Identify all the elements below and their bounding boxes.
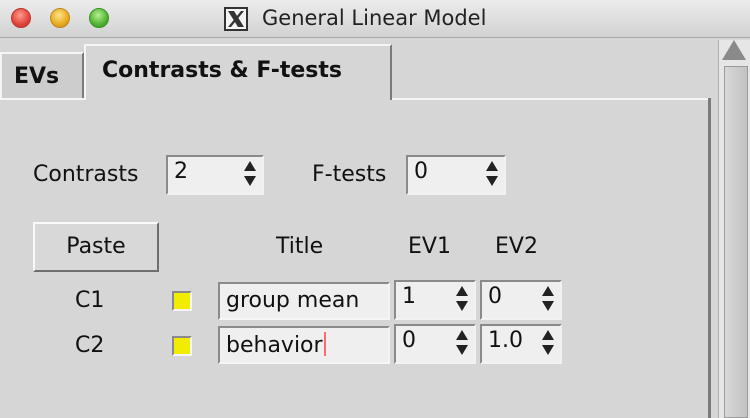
ev1-spinbox[interactable]: 1	[394, 280, 476, 320]
contrast-title-input[interactable]: group mean	[218, 282, 390, 320]
panel-border	[392, 98, 710, 100]
scrollbar-thumb[interactable]	[724, 66, 748, 418]
ev2-value[interactable]: 0	[488, 284, 502, 309]
text-caret	[323, 332, 326, 356]
column-header-title: Title	[276, 234, 324, 259]
contrasts-spinbox[interactable]: 2	[166, 155, 264, 195]
ev1-value[interactable]: 1	[402, 284, 416, 309]
spin-arrows-icon[interactable]	[454, 329, 470, 359]
x11-glyph-icon	[228, 11, 244, 27]
contrast-color-swatch[interactable]	[172, 336, 192, 356]
spin-arrows-icon[interactable]	[484, 160, 500, 190]
panel-border	[708, 98, 711, 418]
tab-evs[interactable]: EVs	[0, 52, 84, 98]
spin-arrows-icon[interactable]	[540, 285, 556, 315]
ftests-label: F-tests	[312, 162, 387, 187]
contrast-title-input[interactable]: behavior	[218, 326, 390, 364]
close-window-button[interactable]	[11, 8, 31, 28]
spin-arrows-icon[interactable]	[454, 285, 470, 315]
contrast-row-label: C1	[75, 288, 105, 313]
ftests-spinbox[interactable]: 0	[406, 155, 506, 195]
ev2-spinbox[interactable]: 0	[480, 280, 562, 320]
contrast-color-swatch[interactable]	[172, 291, 192, 311]
spin-arrows-icon[interactable]	[540, 329, 556, 359]
ev1-value[interactable]: 0	[402, 328, 416, 353]
ev2-spinbox[interactable]: 1.0	[480, 324, 562, 364]
ev2-value[interactable]: 1.0	[488, 328, 523, 353]
minimize-window-button[interactable]	[50, 8, 70, 28]
contrasts-value[interactable]: 2	[174, 159, 188, 184]
panel-border	[0, 98, 84, 100]
ev1-spinbox[interactable]: 0	[394, 324, 476, 364]
column-header-ev2: EV2	[495, 234, 538, 259]
spin-arrows-icon[interactable]	[242, 160, 258, 190]
zoom-window-button[interactable]	[89, 8, 109, 28]
scroll-up-arrow-icon[interactable]	[722, 40, 746, 60]
window-title: General Linear Model	[262, 6, 487, 30]
tab-contrasts-f-tests[interactable]: Contrasts & F-tests	[84, 44, 392, 100]
contrasts-label: Contrasts	[33, 162, 139, 187]
column-header-ev1: EV1	[408, 234, 451, 259]
contrast-title-text[interactable]: behavior	[226, 333, 323, 358]
x11-icon	[224, 7, 248, 31]
ftests-value[interactable]: 0	[414, 159, 428, 184]
contrast-row-label: C2	[75, 333, 105, 358]
paste-button[interactable]: Paste	[33, 222, 159, 272]
